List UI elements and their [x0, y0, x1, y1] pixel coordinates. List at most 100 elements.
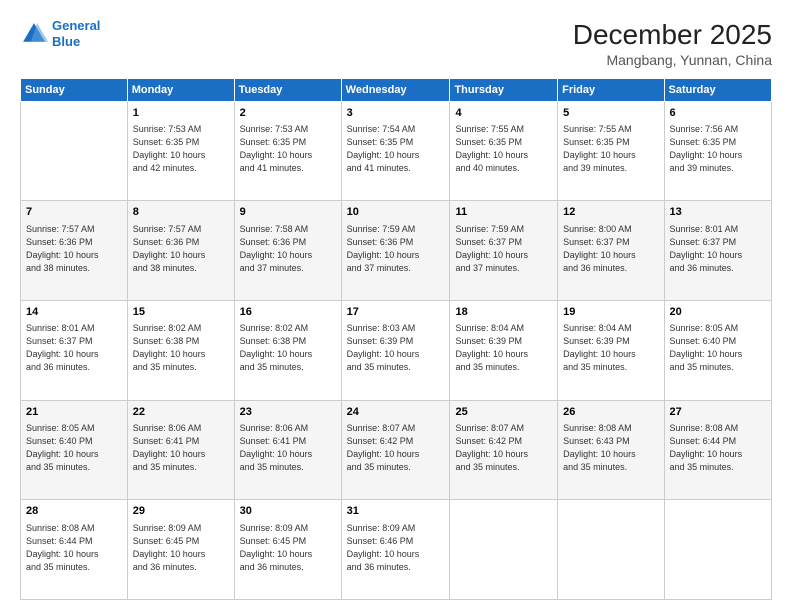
day-info: Sunrise: 8:08 AM Sunset: 6:44 PM Dayligh…	[26, 522, 122, 574]
header: General Blue December 2025 Mangbang, Yun…	[20, 18, 772, 68]
day-number: 12	[563, 205, 658, 220]
day-info: Sunrise: 7:57 AM Sunset: 6:36 PM Dayligh…	[26, 223, 122, 275]
day-number: 7	[26, 205, 122, 220]
day-info: Sunrise: 7:55 AM Sunset: 6:35 PM Dayligh…	[563, 123, 658, 175]
day-info: Sunrise: 7:56 AM Sunset: 6:35 PM Dayligh…	[670, 123, 766, 175]
calendar-cell: 25 Sunrise: 8:07 AM Sunset: 6:42 PM Dayli…	[450, 400, 558, 500]
day-number: 5	[563, 106, 658, 121]
day-info: Sunrise: 7:53 AM Sunset: 6:35 PM Dayligh…	[133, 123, 229, 175]
calendar-week-row: 7 Sunrise: 7:57 AM Sunset: 6:36 PM Daylig…	[21, 201, 772, 301]
logo-text: General Blue	[52, 18, 100, 49]
calendar-cell: 19 Sunrise: 8:04 AM Sunset: 6:39 PM Dayli…	[558, 300, 664, 400]
calendar-cell: 4Sunrise: 7:55 AM Sunset: 6:35 PM Daylig…	[450, 101, 558, 201]
day-number: 9	[240, 205, 336, 220]
day-number: 17	[347, 305, 445, 320]
day-number: 29	[133, 504, 229, 519]
day-info: Sunrise: 8:04 AM Sunset: 6:39 PM Dayligh…	[455, 322, 552, 374]
calendar-cell	[664, 500, 771, 600]
calendar-cell: 12 Sunrise: 8:00 AM Sunset: 6:37 PM Dayli…	[558, 201, 664, 301]
day-number: 20	[670, 305, 766, 320]
day-number: 30	[240, 504, 336, 519]
calendar-week-row: 28 Sunrise: 8:08 AM Sunset: 6:44 PM Dayli…	[21, 500, 772, 600]
day-info: Sunrise: 8:05 AM Sunset: 6:40 PM Dayligh…	[26, 422, 122, 474]
day-info: Sunrise: 8:01 AM Sunset: 6:37 PM Dayligh…	[26, 322, 122, 374]
calendar-day-header: Saturday	[664, 78, 771, 101]
logo-line1: General	[52, 18, 100, 33]
calendar-cell	[558, 500, 664, 600]
calendar-cell: 2 Sunrise: 7:53 AM Sunset: 6:35 PM Daylig…	[234, 101, 341, 201]
calendar-cell	[450, 500, 558, 600]
day-number: 25	[455, 405, 552, 420]
calendar-table: SundayMondayTuesdayWednesdayThursdayFrid…	[20, 78, 772, 600]
calendar-week-row: 14 Sunrise: 8:01 AM Sunset: 6:37 PM Dayli…	[21, 300, 772, 400]
page: General Blue December 2025 Mangbang, Yun…	[0, 0, 792, 612]
day-number: 23	[240, 405, 336, 420]
day-number: 31	[347, 504, 445, 519]
day-number: 19	[563, 305, 658, 320]
calendar-cell: 5 Sunrise: 7:55 AM Sunset: 6:35 PM Daylig…	[558, 101, 664, 201]
day-info: Sunrise: 8:00 AM Sunset: 6:37 PM Dayligh…	[563, 223, 658, 275]
day-number: 10	[347, 205, 445, 220]
calendar-cell: 6Sunrise: 7:56 AM Sunset: 6:35 PM Daylig…	[664, 101, 771, 201]
day-number: 14	[26, 305, 122, 320]
calendar-cell: 11Sunrise: 7:59 AM Sunset: 6:37 PM Dayli…	[450, 201, 558, 301]
day-number: 22	[133, 405, 229, 420]
calendar-day-header: Friday	[558, 78, 664, 101]
day-info: Sunrise: 8:07 AM Sunset: 6:42 PM Dayligh…	[455, 422, 552, 474]
logo-icon	[20, 20, 48, 48]
calendar-cell: 31 Sunrise: 8:09 AM Sunset: 6:46 PM Dayli…	[341, 500, 450, 600]
day-info: Sunrise: 8:06 AM Sunset: 6:41 PM Dayligh…	[133, 422, 229, 474]
calendar-header-row: SundayMondayTuesdayWednesdayThursdayFrid…	[21, 78, 772, 101]
day-number: 27	[670, 405, 766, 420]
calendar-cell: 17 Sunrise: 8:03 AM Sunset: 6:39 PM Dayli…	[341, 300, 450, 400]
calendar-cell: 29 Sunrise: 8:09 AM Sunset: 6:45 PM Dayli…	[127, 500, 234, 600]
day-number: 16	[240, 305, 336, 320]
day-info: Sunrise: 7:57 AM Sunset: 6:36 PM Dayligh…	[133, 223, 229, 275]
calendar-cell: 18 Sunrise: 8:04 AM Sunset: 6:39 PM Dayli…	[450, 300, 558, 400]
day-number: 2	[240, 106, 336, 121]
calendar-cell: 22 Sunrise: 8:06 AM Sunset: 6:41 PM Dayli…	[127, 400, 234, 500]
day-number: 3	[347, 106, 445, 121]
calendar-cell: 7 Sunrise: 7:57 AM Sunset: 6:36 PM Daylig…	[21, 201, 128, 301]
day-number: 21	[26, 405, 122, 420]
day-info: Sunrise: 7:59 AM Sunset: 6:37 PM Dayligh…	[455, 223, 552, 275]
calendar-cell: 3 Sunrise: 7:54 AM Sunset: 6:35 PM Daylig…	[341, 101, 450, 201]
logo-line2: Blue	[52, 34, 80, 49]
day-info: Sunrise: 7:54 AM Sunset: 6:35 PM Dayligh…	[347, 123, 445, 175]
day-number: 28	[26, 504, 122, 519]
day-info: Sunrise: 8:02 AM Sunset: 6:38 PM Dayligh…	[240, 322, 336, 374]
calendar-cell: 13Sunrise: 8:01 AM Sunset: 6:37 PM Dayli…	[664, 201, 771, 301]
day-info: Sunrise: 8:05 AM Sunset: 6:40 PM Dayligh…	[670, 322, 766, 374]
calendar-cell: 30Sunrise: 8:09 AM Sunset: 6:45 PM Dayli…	[234, 500, 341, 600]
calendar-week-row: 21 Sunrise: 8:05 AM Sunset: 6:40 PM Dayli…	[21, 400, 772, 500]
day-info: Sunrise: 8:08 AM Sunset: 6:44 PM Dayligh…	[670, 422, 766, 474]
day-info: Sunrise: 8:03 AM Sunset: 6:39 PM Dayligh…	[347, 322, 445, 374]
calendar-cell: 27 Sunrise: 8:08 AM Sunset: 6:44 PM Dayli…	[664, 400, 771, 500]
title-block: December 2025 Mangbang, Yunnan, China	[573, 18, 772, 68]
day-info: Sunrise: 8:04 AM Sunset: 6:39 PM Dayligh…	[563, 322, 658, 374]
day-number: 18	[455, 305, 552, 320]
calendar-cell: 9 Sunrise: 7:58 AM Sunset: 6:36 PM Daylig…	[234, 201, 341, 301]
day-number: 8	[133, 205, 229, 220]
day-info: Sunrise: 8:09 AM Sunset: 6:46 PM Dayligh…	[347, 522, 445, 574]
day-info: Sunrise: 8:07 AM Sunset: 6:42 PM Dayligh…	[347, 422, 445, 474]
day-number: 26	[563, 405, 658, 420]
calendar-day-header: Sunday	[21, 78, 128, 101]
day-info: Sunrise: 8:09 AM Sunset: 6:45 PM Dayligh…	[133, 522, 229, 574]
calendar-week-row: 1Sunrise: 7:53 AM Sunset: 6:35 PM Daylig…	[21, 101, 772, 201]
calendar-day-header: Wednesday	[341, 78, 450, 101]
calendar-day-header: Thursday	[450, 78, 558, 101]
day-number: 4	[455, 106, 552, 121]
day-number: 24	[347, 405, 445, 420]
day-info: Sunrise: 8:08 AM Sunset: 6:43 PM Dayligh…	[563, 422, 658, 474]
day-info: Sunrise: 7:58 AM Sunset: 6:36 PM Dayligh…	[240, 223, 336, 275]
day-info: Sunrise: 8:06 AM Sunset: 6:41 PM Dayligh…	[240, 422, 336, 474]
calendar-cell: 23 Sunrise: 8:06 AM Sunset: 6:41 PM Dayli…	[234, 400, 341, 500]
calendar-cell: 16 Sunrise: 8:02 AM Sunset: 6:38 PM Dayli…	[234, 300, 341, 400]
calendar-day-header: Tuesday	[234, 78, 341, 101]
calendar-day-header: Monday	[127, 78, 234, 101]
day-info: Sunrise: 7:59 AM Sunset: 6:36 PM Dayligh…	[347, 223, 445, 275]
calendar-cell: 15Sunrise: 8:02 AM Sunset: 6:38 PM Dayli…	[127, 300, 234, 400]
day-info: Sunrise: 7:53 AM Sunset: 6:35 PM Dayligh…	[240, 123, 336, 175]
day-number: 13	[670, 205, 766, 220]
